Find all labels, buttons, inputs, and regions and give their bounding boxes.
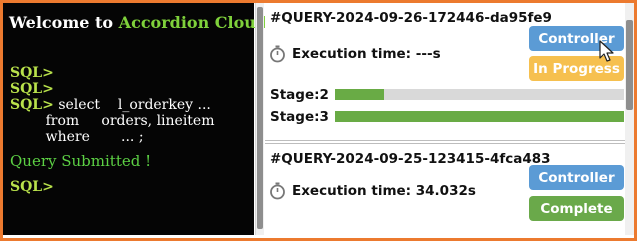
terminal-spacer — [10, 169, 215, 179]
query-submitted-message: Query Submitted ! — [10, 152, 152, 170]
terminal-line: where ... ; — [10, 129, 215, 145]
stage-progress-fill — [335, 111, 624, 122]
execution-time-label: Execution time: ---s — [292, 46, 441, 62]
scrollbar-thumb[interactable] — [257, 7, 263, 229]
sql-prompt: SQL> — [10, 65, 54, 81]
query-card: #QUERY-2024-09-25-123415-4fca483 Executi… — [265, 143, 625, 235]
query-id: #QUERY-2024-09-25-123415-4fca483 — [270, 151, 551, 167]
stopwatch-icon — [270, 45, 285, 63]
query-card: #QUERY-2024-09-26-172446-da95fe9 Executi… — [265, 3, 625, 141]
welcome-text: Welcome to — [9, 13, 119, 32]
execution-time-label: Execution time: 34.032s — [292, 183, 476, 199]
stage-label: Stage:3 — [270, 109, 329, 125]
sql-prompt: SQL> — [10, 179, 54, 195]
command-text: from orders, lineitem — [10, 113, 215, 129]
terminal-scrollbar[interactable] — [255, 3, 264, 235]
sql-prompt: SQL> — [10, 81, 54, 97]
query-list-scrollbar[interactable] — [625, 3, 634, 235]
sql-terminal[interactable]: Welcome to Accordion Cloud ! SQL> SQL> S… — [3, 3, 280, 235]
query-id: #QUERY-2024-09-26-172446-da95fe9 — [270, 10, 552, 26]
status-complete-button[interactable]: Complete — [529, 196, 624, 221]
stage-progress-fill — [335, 89, 385, 100]
terminal-line: SQL> — [10, 81, 215, 97]
command-text: where ... ; — [10, 129, 144, 145]
stopwatch-icon — [270, 182, 285, 200]
command-text: select l_orderkey ... — [53, 97, 211, 113]
controller-button[interactable]: Controller — [529, 165, 624, 190]
stage-progress-bar — [335, 111, 624, 122]
stage-progress-bar — [335, 89, 624, 100]
mouse-pointer-icon — [599, 40, 614, 62]
scrollbar-thumb[interactable] — [626, 20, 633, 110]
terminal-line: SQL> — [10, 65, 215, 81]
stage-label: Stage:2 — [270, 87, 329, 103]
terminal-welcome: Welcome to Accordion Cloud ! — [9, 11, 280, 35]
execution-time: Execution time: ---s — [269, 45, 441, 63]
terminal-output: SQL> SQL> SQL> select l_orderkey ... fro… — [10, 65, 215, 195]
terminal-line: SQL> select l_orderkey ... — [10, 97, 215, 113]
terminal-line: from orders, lineitem — [10, 113, 215, 129]
query-list-panel: #QUERY-2024-09-26-172446-da95fe9 Executi… — [265, 3, 625, 235]
execution-time: Execution time: 34.032s — [269, 182, 476, 200]
sql-prompt: SQL> — [10, 97, 54, 113]
